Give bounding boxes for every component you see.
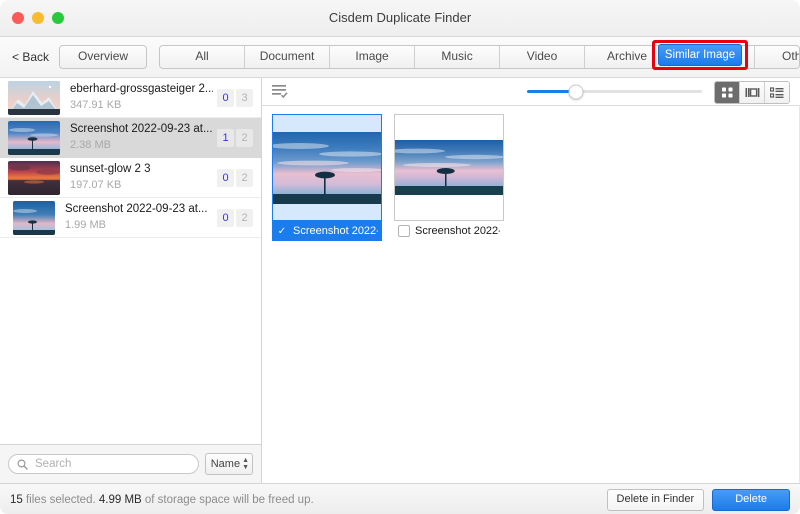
selected-file-count: 15 [10,494,23,506]
stepper-updown-icon: ▲ ▼ [242,457,249,471]
selected-count-badge: 0 [217,208,234,227]
sort-dropdown[interactable]: Name ▲ ▼ [204,453,253,475]
slider-knob[interactable] [568,84,584,99]
delete-in-finder-button[interactable]: Delete in Finder [606,489,705,511]
similar-image-highlight: Similar Image [652,40,748,70]
selected-count-badge: 0 [217,88,234,107]
side-by-side-view-icon[interactable] [740,82,765,103]
back-button[interactable]: < Back [12,50,49,64]
status-files-selected-text: files selected. [22,494,99,506]
app-window: Cisdem Duplicate Finder < Back Overview … [0,0,800,514]
count-badges: 0 3 [217,88,253,107]
search-field[interactable] [8,454,199,474]
checkbox-unchecked-icon[interactable] [398,225,410,237]
sort-label: Name [210,458,241,470]
card-label: Screenshot 2022-0... [415,225,500,237]
image-grid: ✓ Screenshot 2022-0... [262,106,800,483]
list-checkmark-icon[interactable] [272,85,288,98]
sunset-red-water-thumbnail [8,160,60,195]
file-size: 1.99 MB [65,219,106,231]
file-size: 197.07 KB [70,179,122,191]
savanna-tree-dusk-thumbnail [13,200,55,235]
file-name: eberhard-grossgasteiger 2... [70,83,213,95]
list-item[interactable]: eberhard-grossgasteiger 2... 347.91 KB 0… [0,78,261,118]
thumbnail-size-slider[interactable] [527,78,702,105]
image-card[interactable]: ✓ Screenshot 2022-0... [272,114,382,241]
file-name: sunset-glow 2 3 [70,163,151,175]
tab-image[interactable]: Image [330,46,416,68]
content-toolbar [262,78,800,106]
content-pane: ✓ Screenshot 2022-0... [262,78,800,483]
overview-button[interactable]: Overview [59,45,148,69]
selected-count-badge: 1 [217,128,234,147]
file-name: Screenshot 2022-09-23 at... [65,203,208,215]
delete-button[interactable]: Delete [712,489,790,511]
view-mode-switcher [714,81,790,104]
tab-similar-image[interactable]: Similar Image [658,44,742,66]
tab-music[interactable]: Music [415,46,501,68]
list-item[interactable]: Screenshot 2022-09-23 at... 1.99 MB 0 2 [0,198,261,238]
tab-other[interactable]: Other [755,46,800,68]
window-title: Cisdem Duplicate Finder [328,10,472,25]
total-count-badge: 2 [236,128,253,147]
tab-video[interactable]: Video [500,46,586,68]
tab-document[interactable]: Document [245,46,331,68]
status-message: 15 files selected. 4.99 MB of storage sp… [10,494,314,506]
list-item-meta: Screenshot 2022-09-23 at... 1.99 MB [65,202,213,233]
mountain-snow-thumbnail [8,80,60,115]
grid-view-icon[interactable] [715,82,740,103]
list-view-icon[interactable] [765,82,789,103]
count-badges: 0 2 [217,168,253,187]
card-label: Screenshot 2022-0... [293,225,378,237]
tab-all[interactable]: All [160,46,246,68]
status-bar: 15 files selected. 4.99 MB of storage sp… [0,483,800,514]
savanna-tree-blue-wide[interactable] [394,114,504,221]
file-size: 347.91 KB [70,99,122,111]
list-item[interactable]: sunset-glow 2 3 197.07 KB 0 2 [0,158,261,198]
total-count-badge: 2 [236,208,253,227]
card-label-row[interactable]: Screenshot 2022-0... [394,221,504,241]
card-thumbnail [395,140,503,195]
title-bar: Cisdem Duplicate Finder [0,0,800,37]
file-name: Screenshot 2022-09-23 at... [70,123,213,135]
list-item-meta: eberhard-grossgasteiger 2... 347.91 KB [70,82,213,113]
total-count-badge: 2 [236,168,253,187]
status-actions: Delete in Finder Delete [606,489,790,511]
list-item-meta: sunset-glow 2 3 197.07 KB [70,162,213,193]
savanna-tree-blue-tall[interactable] [272,114,382,221]
sidebar: eberhard-grossgasteiger 2... 347.91 KB 0… [0,78,262,483]
checkbox-checked-icon[interactable]: ✓ [276,225,288,237]
selected-count-badge: 0 [217,168,234,187]
image-card[interactable]: Screenshot 2022-0... [394,114,504,241]
search-input[interactable] [33,457,190,471]
count-badges: 1 2 [217,128,253,147]
slider-track[interactable] [527,84,702,99]
duplicate-group-list[interactable]: eberhard-grossgasteiger 2... 347.91 KB 0… [0,78,261,444]
main-area: eberhard-grossgasteiger 2... 347.91 KB 0… [0,78,800,483]
status-freed-text: of storage space will be freed up. [141,494,314,506]
list-item[interactable]: Screenshot 2022-09-23 at... 2.38 MB 1 2 [0,118,261,158]
list-item-meta: Screenshot 2022-09-23 at... 2.38 MB [70,122,213,153]
card-label-row[interactable]: ✓ Screenshot 2022-0... [272,221,382,241]
total-count-badge: 3 [236,88,253,107]
sidebar-footer: Name ▲▼ [0,444,261,483]
card-thumbnail [273,131,381,204]
freed-space-size: 4.99 MB [98,494,142,506]
count-badges: 0 2 [217,208,253,227]
savanna-tree-blue-thumbnail [8,120,60,155]
search-icon [17,458,28,470]
file-size: 2.38 MB [70,139,111,151]
